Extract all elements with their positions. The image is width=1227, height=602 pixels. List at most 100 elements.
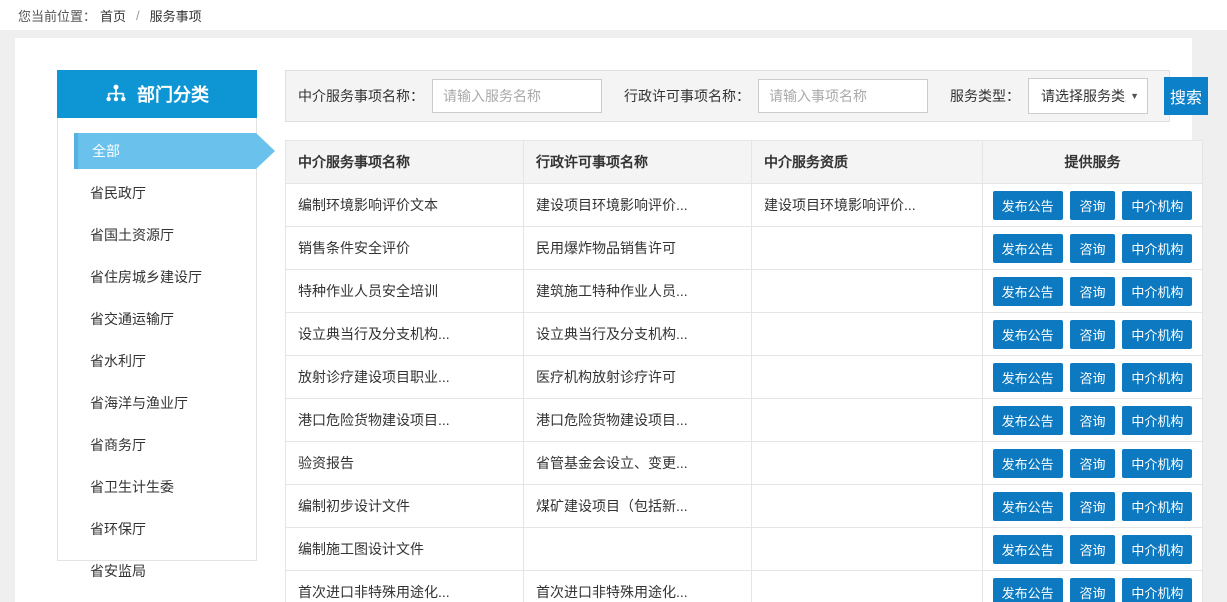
cell-service-name: 编制环境影响评价文本 xyxy=(286,184,524,227)
cell-permit-name: 设立典当行及分支机构... xyxy=(524,313,752,356)
intermediary-agency-button[interactable]: 中介机构 xyxy=(1122,535,1192,564)
publish-notice-button[interactable]: 发布公告 xyxy=(993,277,1063,306)
intermediary-agency-button[interactable]: 中介机构 xyxy=(1122,277,1192,306)
sidebar-department-item[interactable]: 省交通运输厅 xyxy=(58,298,256,340)
service-name-input[interactable] xyxy=(432,79,602,113)
publish-notice-button[interactable]: 发布公告 xyxy=(993,492,1063,521)
content-card: 部门分类 全部 省民政厅 省国土资源厅 省住房城乡 xyxy=(15,38,1192,602)
publish-notice-button[interactable]: 发布公告 xyxy=(993,578,1063,602)
sidebar-department-item[interactable]: 省海洋与渔业厅 xyxy=(58,382,256,424)
sidebar-item-label: 省水利厅 xyxy=(90,351,146,371)
intermediary-agency-button[interactable]: 中介机构 xyxy=(1122,406,1192,435)
sidebar-title: 部门分类 xyxy=(137,81,209,107)
sidebar-department-item[interactable]: 省卫生计生委 xyxy=(58,466,256,508)
table-row: 验资报告 省管基金会设立、变更... 发布公告 咨询 中介机构 xyxy=(286,442,1203,485)
consult-button[interactable]: 咨询 xyxy=(1070,191,1114,220)
breadcrumb-prefix: 您当前位置： xyxy=(18,6,96,25)
sidebar-department-item[interactable]: 省国土资源厅 xyxy=(58,214,256,256)
cell-actions: 发布公告 咨询 中介机构 xyxy=(983,227,1203,270)
publish-notice-button[interactable]: 发布公告 xyxy=(993,363,1063,392)
cell-service-name: 特种作业人员安全培训 xyxy=(286,270,524,313)
consult-button[interactable]: 咨询 xyxy=(1070,578,1114,602)
service-name-label: 中介服务事项名称： xyxy=(298,86,424,106)
sidebar-item-label: 省住房城乡建设厅 xyxy=(90,267,202,287)
breadcrumb: 您当前位置： 首页 / 服务事项 xyxy=(0,0,1227,30)
publish-notice-button[interactable]: 发布公告 xyxy=(993,406,1063,435)
cell-permit-name: 民用爆炸物品销售许可 xyxy=(524,227,752,270)
permit-name-input[interactable] xyxy=(758,79,928,113)
sidebar-department-item[interactable]: 省环保厅 xyxy=(58,508,256,550)
cell-actions: 发布公告 咨询 中介机构 xyxy=(983,313,1203,356)
sidebar-item-label: 省商务厅 xyxy=(90,435,146,455)
cell-qualification: 建设项目环境影响评价... xyxy=(752,184,983,227)
cell-actions: 发布公告 咨询 中介机构 xyxy=(983,485,1203,528)
sidebar-department-item[interactable]: 省水利厅 xyxy=(58,340,256,382)
cell-actions: 发布公告 咨询 中介机构 xyxy=(983,356,1203,399)
sidebar-item-label: 省环保厅 xyxy=(90,519,146,539)
sidebar-department-item[interactable]: 省安监局 xyxy=(58,550,256,592)
publish-notice-button[interactable]: 发布公告 xyxy=(993,234,1063,263)
chevron-down-icon: ▼ xyxy=(1130,91,1139,101)
cell-permit-name: 医疗机构放射诊疗许可 xyxy=(524,356,752,399)
cell-permit-name xyxy=(524,528,752,571)
service-items-table: 中介服务事项名称 行政许可事项名称 中介服务资质 提供服务 编制环境影响评价文本… xyxy=(285,140,1203,602)
cell-permit-name: 建筑施工特种作业人员... xyxy=(524,270,752,313)
sidebar-department-item[interactable]: 省商务厅 xyxy=(58,424,256,466)
breadcrumb-current: 服务事项 xyxy=(150,6,202,25)
sidebar-item-label: 全部 xyxy=(92,141,120,161)
consult-button[interactable]: 咨询 xyxy=(1070,320,1114,349)
table-row: 编制初步设计文件 煤矿建设项目（包括新... 发布公告 咨询 中介机构 xyxy=(286,485,1203,528)
intermediary-agency-button[interactable]: 中介机构 xyxy=(1122,449,1192,478)
table-row: 编制环境影响评价文本 建设项目环境影响评价... 建设项目环境影响评价... 发… xyxy=(286,184,1203,227)
consult-button[interactable]: 咨询 xyxy=(1070,363,1114,392)
sidebar-department-item[interactable]: 省住房城乡建设厅 xyxy=(58,256,256,298)
consult-button[interactable]: 咨询 xyxy=(1070,234,1114,263)
header-permit-name: 行政许可事项名称 xyxy=(524,141,752,184)
publish-notice-button[interactable]: 发布公告 xyxy=(993,535,1063,564)
consult-button[interactable]: 咨询 xyxy=(1070,406,1114,435)
publish-notice-button[interactable]: 发布公告 xyxy=(993,449,1063,478)
search-button[interactable]: 搜索 xyxy=(1164,77,1208,115)
cell-qualification xyxy=(752,227,983,270)
breadcrumb-separator: / xyxy=(136,8,140,23)
sidebar-department-item[interactable]: 全部 xyxy=(74,133,256,169)
consult-button[interactable]: 咨询 xyxy=(1070,277,1114,306)
cell-service-name: 验资报告 xyxy=(286,442,524,485)
cell-qualification xyxy=(752,270,983,313)
cell-qualification xyxy=(752,313,983,356)
consult-button[interactable]: 咨询 xyxy=(1070,535,1114,564)
sidebar-item-label: 省交通运输厅 xyxy=(90,309,174,329)
publish-notice-button[interactable]: 发布公告 xyxy=(993,191,1063,220)
intermediary-agency-button[interactable]: 中介机构 xyxy=(1122,320,1192,349)
service-type-select[interactable]: 请选择服务类型 ▼ xyxy=(1028,78,1148,114)
search-panel: 中介服务事项名称： 行政许可事项名称： 服务类型： 请选择服务类型 ▼ 搜索 xyxy=(285,70,1170,122)
cell-qualification xyxy=(752,485,983,528)
sidebar-item-label: 省卫生计生委 xyxy=(90,477,174,497)
consult-button[interactable]: 咨询 xyxy=(1070,449,1114,478)
header-service-name: 中介服务事项名称 xyxy=(286,141,524,184)
cell-actions: 发布公告 咨询 中介机构 xyxy=(983,399,1203,442)
breadcrumb-home-link[interactable]: 首页 xyxy=(100,6,126,25)
table-row: 特种作业人员安全培训 建筑施工特种作业人员... 发布公告 咨询 中介机构 xyxy=(286,270,1203,313)
sidebar-department-item[interactable]: 省民政厅 xyxy=(58,172,256,214)
cell-qualification xyxy=(752,571,983,602)
cell-service-name: 销售条件安全评价 xyxy=(286,227,524,270)
intermediary-agency-button[interactable]: 中介机构 xyxy=(1122,234,1192,263)
service-type-label: 服务类型： xyxy=(950,86,1020,106)
service-type-selected-value: 请选择服务类型 xyxy=(1041,86,1126,106)
consult-button[interactable]: 咨询 xyxy=(1070,492,1114,521)
main-content: 中介服务事项名称： 行政许可事项名称： 服务类型： 请选择服务类型 ▼ 搜索 中… xyxy=(285,70,1170,602)
intermediary-agency-button[interactable]: 中介机构 xyxy=(1122,191,1192,220)
cell-actions: 发布公告 咨询 中介机构 xyxy=(983,270,1203,313)
table-row: 编制施工图设计文件 发布公告 咨询 中介机构 xyxy=(286,528,1203,571)
intermediary-agency-button[interactable]: 中介机构 xyxy=(1122,363,1192,392)
cell-permit-name: 港口危险货物建设项目... xyxy=(524,399,752,442)
cell-service-name: 首次进口非特殊用途化... xyxy=(286,571,524,602)
publish-notice-button[interactable]: 发布公告 xyxy=(993,320,1063,349)
intermediary-agency-button[interactable]: 中介机构 xyxy=(1122,492,1192,521)
sidebar-header: 部门分类 xyxy=(57,70,257,118)
header-actions: 提供服务 xyxy=(983,141,1203,184)
table-row: 放射诊疗建设项目职业... 医疗机构放射诊疗许可 发布公告 咨询 中介机构 xyxy=(286,356,1203,399)
intermediary-agency-button[interactable]: 中介机构 xyxy=(1122,578,1192,602)
cell-qualification xyxy=(752,356,983,399)
